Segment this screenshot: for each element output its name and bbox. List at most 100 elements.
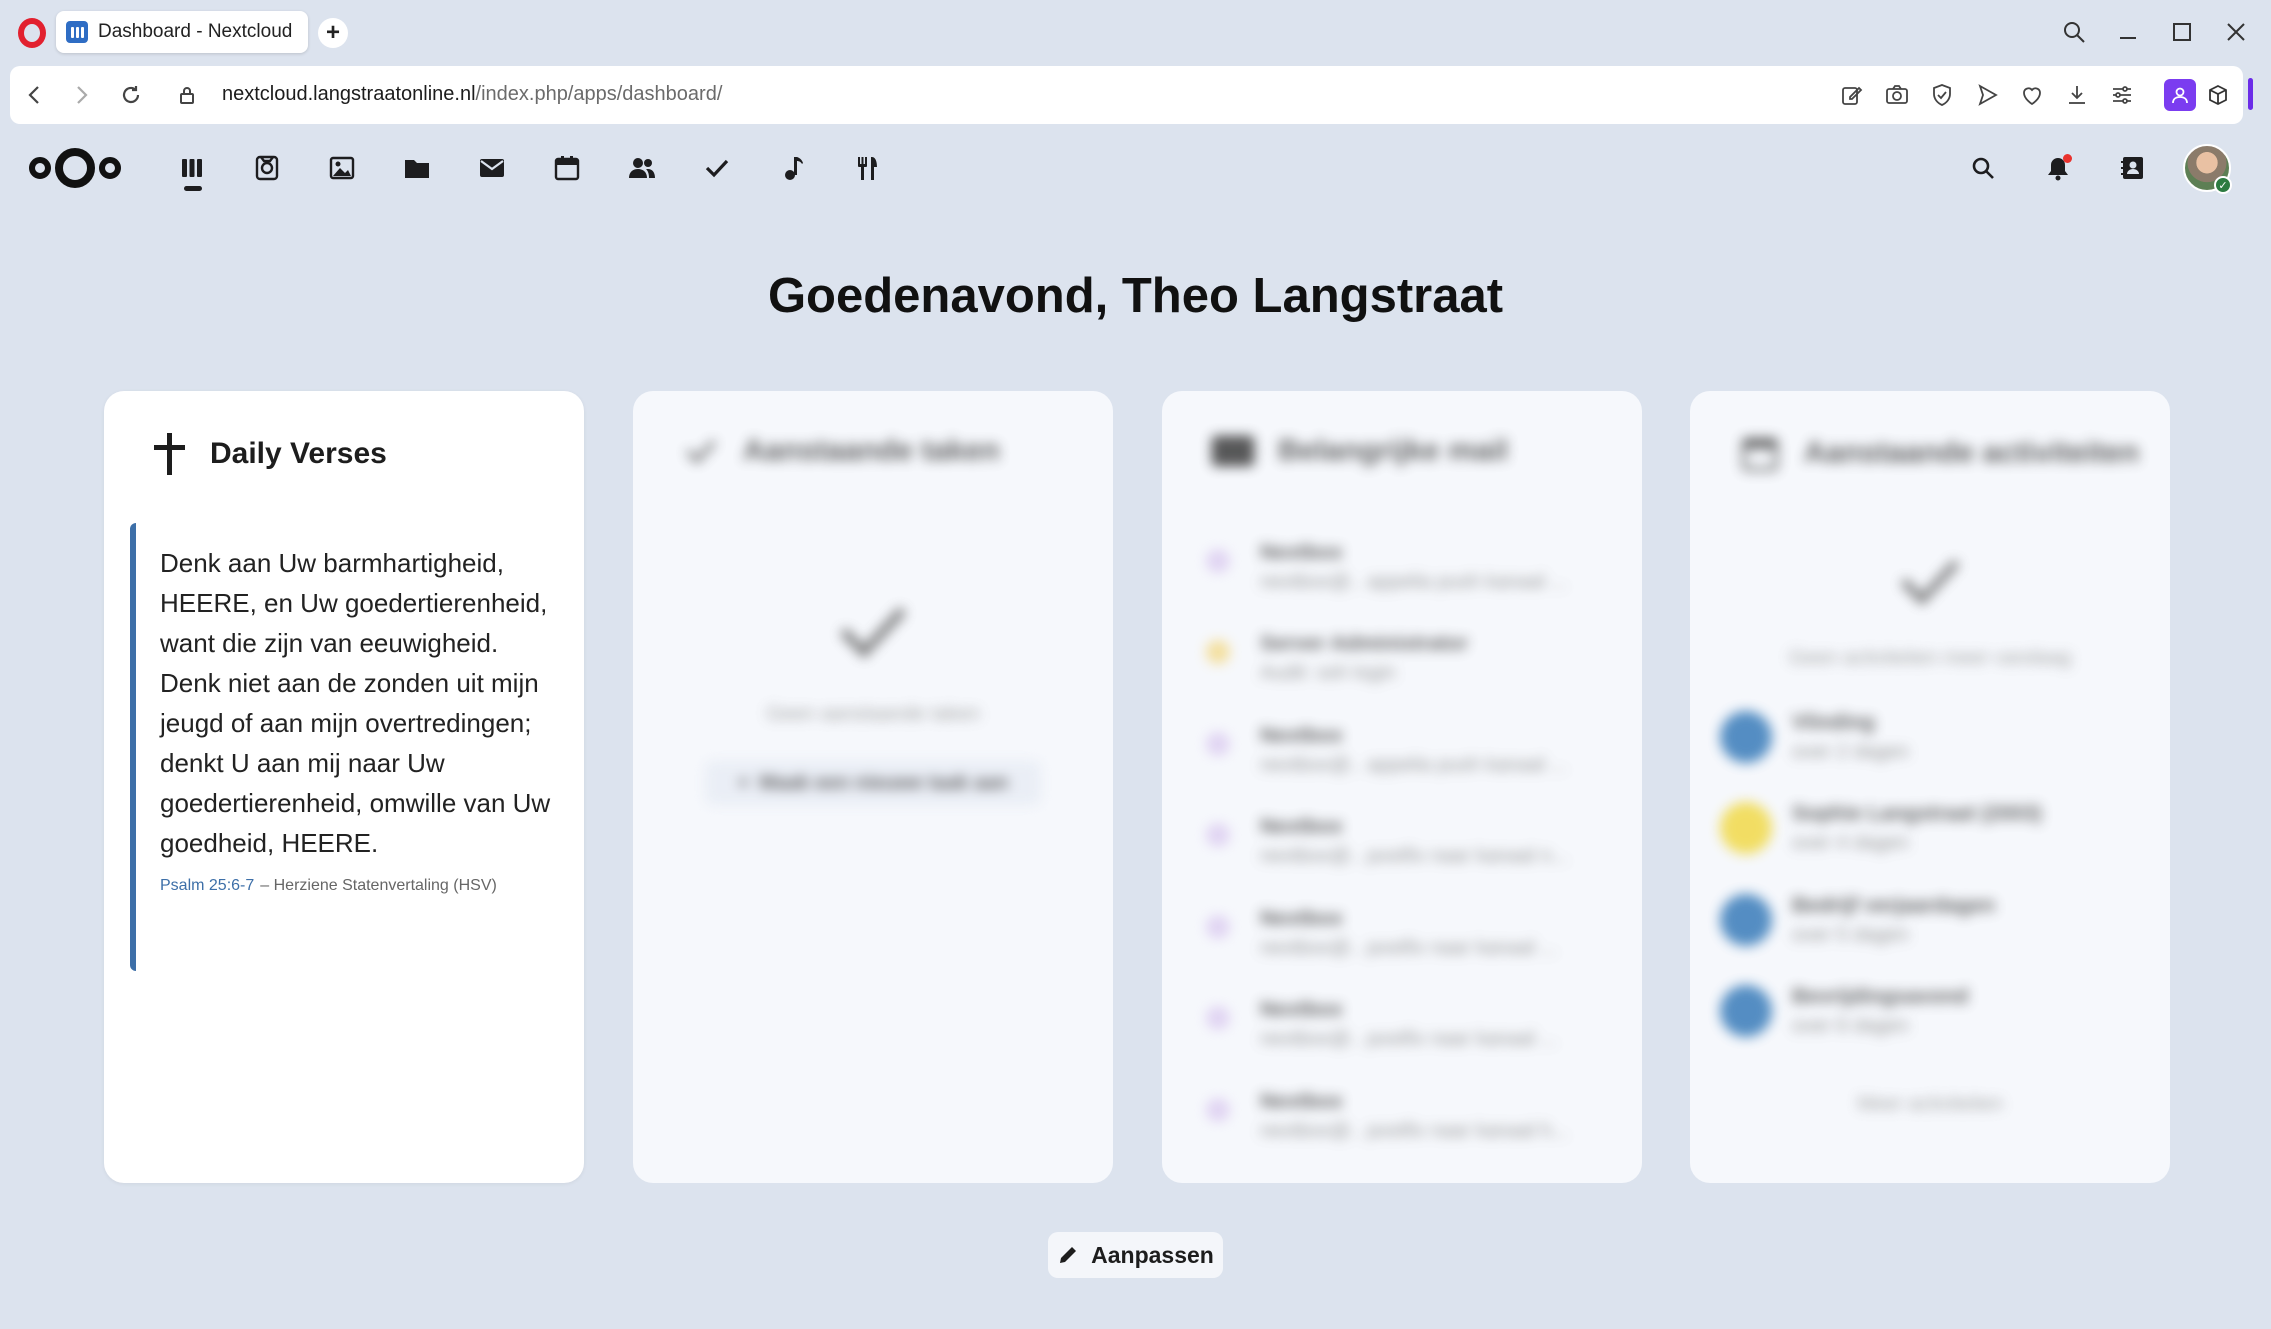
lock-icon[interactable] <box>170 78 204 112</box>
close-icon[interactable] <box>2220 16 2252 48</box>
address-bar: nextcloud.langstraatonline.nl/index.php/… <box>10 66 2243 124</box>
more-events-link[interactable]: Meer activiteiten <box>1690 1093 2170 1116</box>
opera-logo-icon[interactable] <box>18 18 46 48</box>
widget-upcoming-tasks: Aanstaande taken Geen aanstaande taken +… <box>633 391 1113 1183</box>
customize-button[interactable]: Aanpassen <box>1048 1232 1223 1278</box>
url-path: /index.php/apps/dashboard/ <box>475 83 723 105</box>
search-icon[interactable] <box>1965 150 2001 186</box>
widget-important-mail: Belangrijke mail Nextbox nextbox@.. appel… <box>1162 391 1642 1183</box>
sidebar-indicator[interactable] <box>2248 78 2253 110</box>
event-time: over 6 dagen <box>1792 1015 1909 1037</box>
browser-tab-active[interactable]: Dashboard - Nextcloud <box>56 11 308 53</box>
search-tabs-icon[interactable] <box>2058 16 2090 48</box>
widget-upcoming-events: Aanstaande activiteiten Geen activiteite… <box>1690 391 2170 1183</box>
widget-header: Daily Verses <box>152 431 387 477</box>
add-task-label: Maak een nieuwe taak aan <box>759 771 1009 794</box>
music-app-icon[interactable] <box>774 150 810 186</box>
mail-icon <box>1211 435 1255 467</box>
event-time: over 4 dagen <box>1792 832 1909 854</box>
customize-label: Aanpassen <box>1091 1241 1214 1268</box>
mail-item[interactable]: Nextbox nextbox@.. appelia push kanaal ..… <box>1206 541 1567 594</box>
mail-item[interactable]: Nextbox nextbox@.. postfix naar kanaal n.… <box>1206 815 1568 868</box>
verse-reference: Psalm 25:6-7 – Herziene Statenvertaling (… <box>160 877 560 895</box>
active-app-indicator <box>184 186 202 191</box>
box-icon[interactable] <box>2198 66 2238 124</box>
heart-icon[interactable] <box>2015 78 2049 112</box>
files-app-icon[interactable] <box>399 150 435 186</box>
widget-header: Aanstaande taken <box>681 431 1000 471</box>
calendar-icon <box>1742 438 1778 471</box>
maximize-icon[interactable] <box>2166 16 2198 48</box>
notifications-icon[interactable] <box>2040 150 2076 186</box>
activity-app-icon[interactable] <box>249 150 285 186</box>
event-item[interactable]: Vlinding over 2 dagen <box>1720 711 1909 764</box>
mail-from: Server Administrator <box>1260 632 1469 655</box>
mail-app-icon[interactable] <box>474 150 510 186</box>
event-time: over 5 dagen <box>1792 924 1909 946</box>
send-icon[interactable] <box>1970 78 2004 112</box>
contacts-app-icon[interactable] <box>624 150 660 186</box>
mail-subject: Audit: ssh login <box>1260 662 1396 684</box>
mail-subject: nextbox@.. postfix naar kanaal ... <box>1260 937 1558 959</box>
mail-item[interactable]: Nextbox nextbox@.. appelia push kanaal ..… <box>1206 724 1567 777</box>
widget-header: Aanstaande activiteiten <box>1738 431 2139 475</box>
mail-avatar-icon <box>1206 640 1230 664</box>
dashboard-app-icon[interactable] <box>174 150 210 186</box>
widget-title: Aanstaande taken <box>743 434 1000 467</box>
empty-state-text: Geen aanstaande taken <box>766 703 980 725</box>
page-title: Goedenavond, Theo Langstraat <box>767 269 1504 323</box>
mail-item[interactable]: Nextbox nextbox@.. postfix naar kanaal ..… <box>1206 998 1557 1051</box>
mail-avatar-icon <box>1206 732 1230 756</box>
mail-from: Nextbox <box>1260 815 1343 838</box>
back-icon[interactable] <box>18 78 52 112</box>
mail-from: Nextbox <box>1260 724 1343 747</box>
event-color-icon <box>1720 711 1772 763</box>
empty-checkmark-icon <box>1900 559 1960 606</box>
widget-title: Daily Verses <box>210 437 387 470</box>
shield-icon[interactable] <box>1925 78 1959 112</box>
notification-badge <box>2063 154 2072 163</box>
empty-state-text: Geen activiteiten meer vandaag <box>1788 647 2072 669</box>
camera-icon[interactable] <box>1880 78 1914 112</box>
add-task-button[interactable]: + Maak een nieuwe taak aan <box>705 761 1041 805</box>
mail-from: Nextbox <box>1260 998 1343 1021</box>
mail-from: Nextbox <box>1260 1090 1343 1113</box>
mail-item[interactable]: Nextbox nextbox@.. postfix naar kanaal h.… <box>1206 1090 1568 1143</box>
new-tab-button[interactable]: + <box>318 18 348 48</box>
contacts-menu-icon[interactable] <box>2115 150 2151 186</box>
event-item[interactable]: Sophie Langstraat (2003) over 4 dagen <box>1720 802 2042 855</box>
reload-icon[interactable] <box>114 78 148 112</box>
edit-icon[interactable] <box>1835 78 1869 112</box>
mail-subject: nextbox@.. appelia push kanaal ... <box>1260 571 1568 593</box>
event-color-icon <box>1720 894 1772 946</box>
event-time: over 2 dagen <box>1792 741 1909 763</box>
mail-avatar-icon <box>1206 915 1230 939</box>
mail-item[interactable]: Server Administrator Audit: ssh login <box>1206 632 1468 685</box>
mail-avatar-icon <box>1206 549 1230 573</box>
cookbook-app-icon[interactable] <box>849 150 885 186</box>
widget-header: Belangrijke mail <box>1210 431 1508 471</box>
verse-quote: Denk aan Uw barmhartigheid, HEERE, en Uw… <box>130 523 560 971</box>
mail-avatar-icon <box>1206 1098 1230 1122</box>
nextcloud-header: ✓ <box>0 128 2271 208</box>
profile-icon[interactable] <box>2164 79 2196 111</box>
easy-setup-menu-icon[interactable] <box>2105 78 2139 112</box>
minimize-icon[interactable] <box>2112 16 2144 48</box>
tasks-app-icon[interactable] <box>699 150 735 186</box>
plus-icon: + <box>737 771 750 794</box>
event-item[interactable]: Bevrijdingsavond over 6 dagen <box>1720 985 1968 1038</box>
mail-subject: nextbox@.. postfix naar kanaal ... <box>1260 1028 1558 1050</box>
pencil-icon <box>1060 1247 1077 1263</box>
verse-book-link[interactable]: Psalm 25:6-7 <box>160 877 254 894</box>
event-item[interactable]: Bedrijf verjaardagen over 5 dagen <box>1720 894 1995 947</box>
cross-icon <box>152 431 188 477</box>
download-icon[interactable] <box>2060 78 2094 112</box>
mail-item[interactable]: Nextbox nextbox@.. postfix naar kanaal ..… <box>1206 907 1557 960</box>
url-text[interactable]: nextcloud.langstraatonline.nl/index.php/… <box>222 83 722 106</box>
mail-subject: nextbox@.. postfix naar kanaal h... <box>1260 1120 1569 1142</box>
calendar-app-icon[interactable] <box>549 150 585 186</box>
forward-icon[interactable] <box>64 78 98 112</box>
photos-app-icon[interactable] <box>324 150 360 186</box>
widget-title: Belangrijke mail <box>1278 434 1509 467</box>
nextcloud-logo-icon[interactable] <box>28 144 122 192</box>
